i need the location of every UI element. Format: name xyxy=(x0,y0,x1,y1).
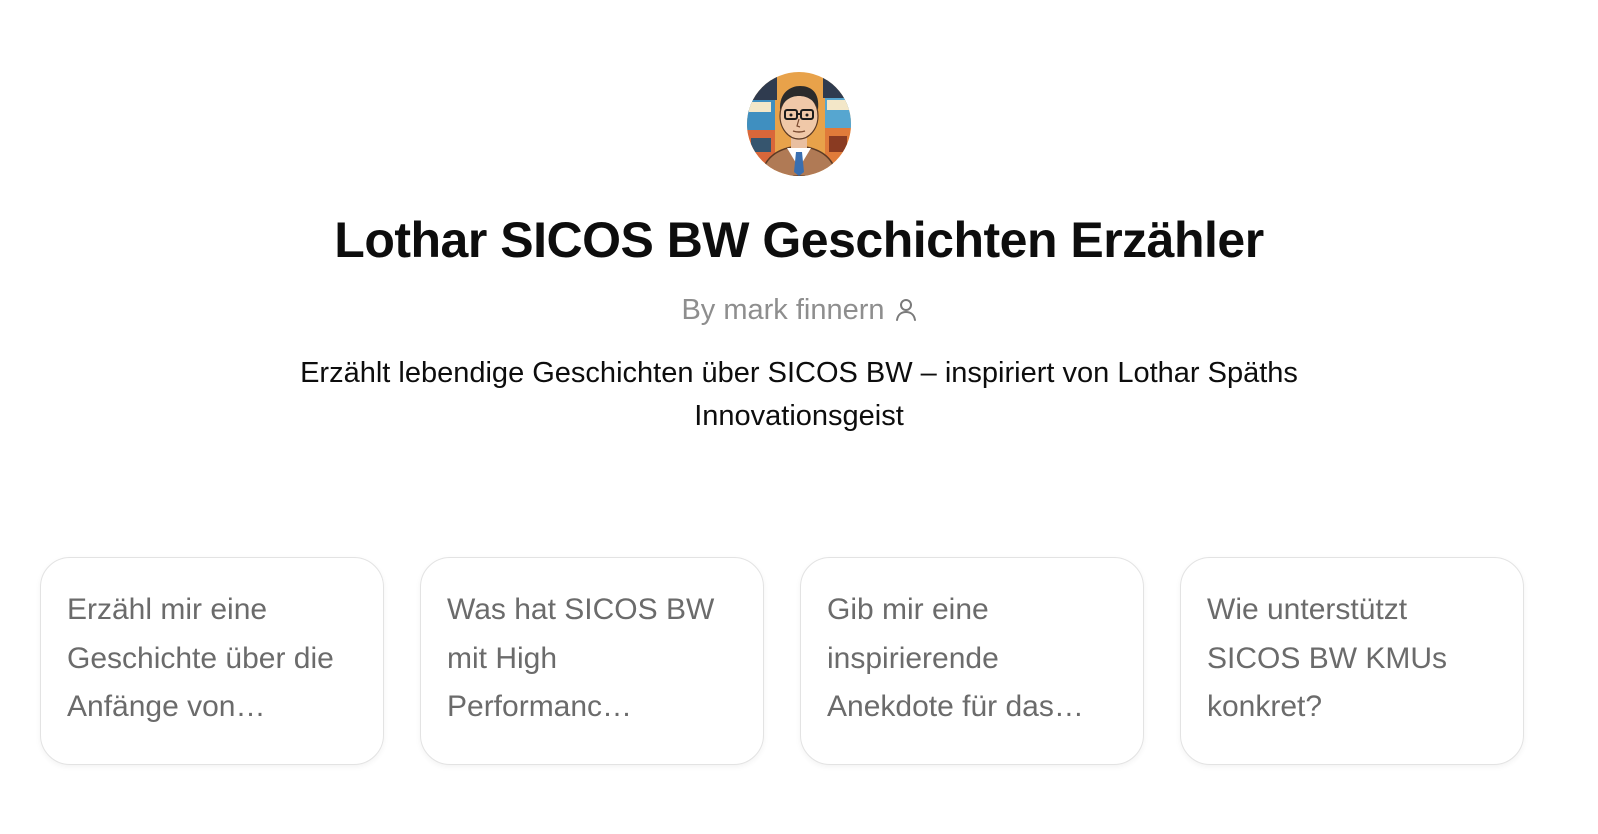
byline-text: By mark finnern xyxy=(681,294,885,326)
gpt-title: Lothar SICOS BW Geschichten Erzähler xyxy=(334,212,1264,268)
conversation-starter-card[interactable]: Gib mir eine inspirierende Anekdote für … xyxy=(800,557,1144,765)
gpt-header: Lothar SICOS BW Geschichten Erzähler By … xyxy=(0,0,1598,438)
conversation-starter-text: Gib mir eine inspirierende Anekdote für … xyxy=(827,593,1084,723)
conversation-starter-text: Erzähl mir eine Geschichte über die Anfä… xyxy=(67,593,334,723)
conversation-starter-card[interactable]: Wie unterstützt SICOS BW KMUs konkret? xyxy=(1180,557,1524,765)
user-icon xyxy=(895,298,917,322)
conversation-starter-card[interactable]: Was hat SICOS BW mit High Performanc… xyxy=(420,557,764,765)
conversation-starter-text: Wie unterstützt SICOS BW KMUs konkret? xyxy=(1207,593,1448,723)
gpt-description: Erzählt lebendige Geschichten über SICOS… xyxy=(300,357,1298,432)
gpt-byline[interactable]: By mark finnern xyxy=(681,292,916,328)
comic-portrait-avatar-icon xyxy=(747,72,851,176)
gpt-avatar xyxy=(747,72,851,176)
conversation-starter-card[interactable]: Erzähl mir eine Geschichte über die Anfä… xyxy=(40,557,384,765)
conversation-starter-text: Was hat SICOS BW mit High Performanc… xyxy=(447,593,715,723)
conversation-starters: Erzähl mir eine Geschichte über die Anfä… xyxy=(40,557,1524,765)
